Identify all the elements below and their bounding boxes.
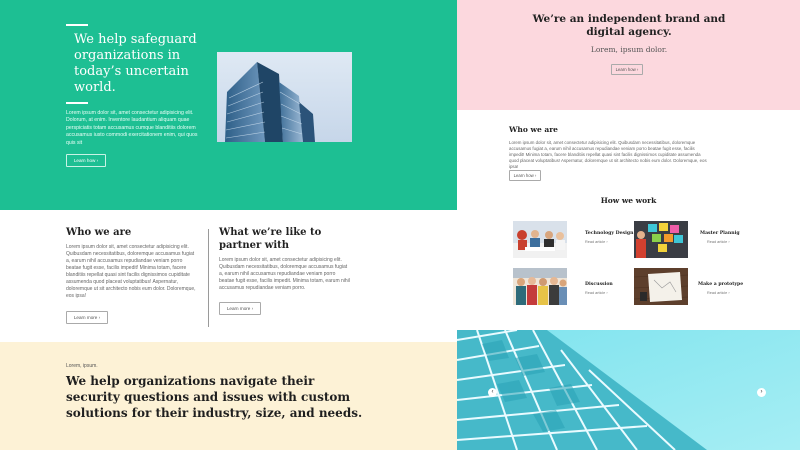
- hero-body-text: Lorem ipsum dolor sit, amet consectetur …: [66, 110, 198, 146]
- slider-next-arrow-icon[interactable]: ›: [757, 388, 766, 397]
- partner-body-text: Lorem ipsum dolor sit, amet consectetur …: [219, 257, 350, 291]
- who-we-are-body-text: Lorem ipsum dolor sit, amet consectetur …: [66, 244, 196, 299]
- office-building-illustration: [225, 62, 315, 142]
- who-we-are-learn-more-button[interactable]: Learn more ›: [66, 311, 108, 324]
- who-we-are-how-we-work-section: Who we are Lorem ipsum dolor sit, amet c…: [457, 110, 800, 330]
- brand-title: We’re an independent brand and digital a…: [532, 13, 726, 38]
- hero-section: We help safeguard organizations in today…: [0, 0, 457, 210]
- brand-learn-how-button[interactable]: Learn how ›: [611, 64, 643, 75]
- card-read-article-link[interactable]: Read article ›: [707, 291, 730, 295]
- who-we-are-body-right: Lorem ipsum dolor sit, amet consectetur …: [509, 140, 707, 169]
- statement-section: Lorem, ipsum. We help organizations navi…: [0, 342, 457, 450]
- who-we-are-heading-right: Who we are: [509, 125, 558, 134]
- statement-kicker: Lorem, ipsum.: [66, 363, 98, 369]
- column-divider: [208, 229, 209, 327]
- hero-title: We help safeguard organizations in today…: [74, 32, 197, 95]
- brand-subtitle: Lorem, ipsum dolor.: [590, 45, 668, 54]
- hero-accent-rule-top: [66, 24, 88, 26]
- partner-learn-more-button[interactable]: Learn more ›: [219, 302, 261, 315]
- team-meeting-illustration: [513, 221, 567, 258]
- glass-facade-photo: [457, 330, 800, 450]
- office-building-photo: [217, 52, 352, 142]
- desk-sketch-illustration: [634, 268, 688, 305]
- left-page-preview: We help safeguard organizations in today…: [0, 0, 457, 450]
- statement-headline: We help organizations navigate their sec…: [66, 374, 363, 420]
- sticky-notes-illustration: [634, 221, 688, 258]
- hero-accent-rule-bottom: [66, 102, 88, 104]
- slider-prev-arrow-icon[interactable]: ‹: [488, 388, 497, 397]
- partner-heading: What we’re like to partner with: [219, 227, 322, 251]
- card-read-article-link[interactable]: Read article ›: [585, 291, 608, 295]
- how-we-work-heading: How we work: [600, 196, 657, 205]
- who-we-are-heading: Who we are: [66, 227, 132, 238]
- glass-facade-slider: ‹ ›: [457, 330, 800, 450]
- who-we-are-learn-how-button[interactable]: Learn how ›: [509, 170, 541, 181]
- hero-learn-how-button[interactable]: Learn how ›: [66, 154, 106, 167]
- team-meeting-photo[interactable]: [513, 221, 567, 258]
- card-label-technology-design: Technology Design: [585, 231, 634, 236]
- right-page-preview: We’re an independent brand and digital a…: [457, 0, 800, 450]
- card-read-article-link[interactable]: Read article ›: [707, 240, 730, 244]
- who-we-are-partner-section: Who we are Lorem ipsum dolor sit, amet c…: [0, 210, 457, 342]
- card-label-master-plannig: Master Plannig: [700, 231, 740, 236]
- card-label-discussion: Discussion: [585, 282, 613, 287]
- group-discussion-illustration: [513, 268, 567, 305]
- brand-hero-section: We’re an independent brand and digital a…: [457, 0, 800, 110]
- sticky-notes-photo[interactable]: [634, 221, 688, 258]
- card-label-make-a-prototype: Make a prototype: [698, 282, 744, 287]
- desk-sketch-photo[interactable]: [634, 268, 688, 305]
- card-read-article-link[interactable]: Read article ›: [585, 240, 608, 244]
- group-discussion-photo[interactable]: [513, 268, 567, 305]
